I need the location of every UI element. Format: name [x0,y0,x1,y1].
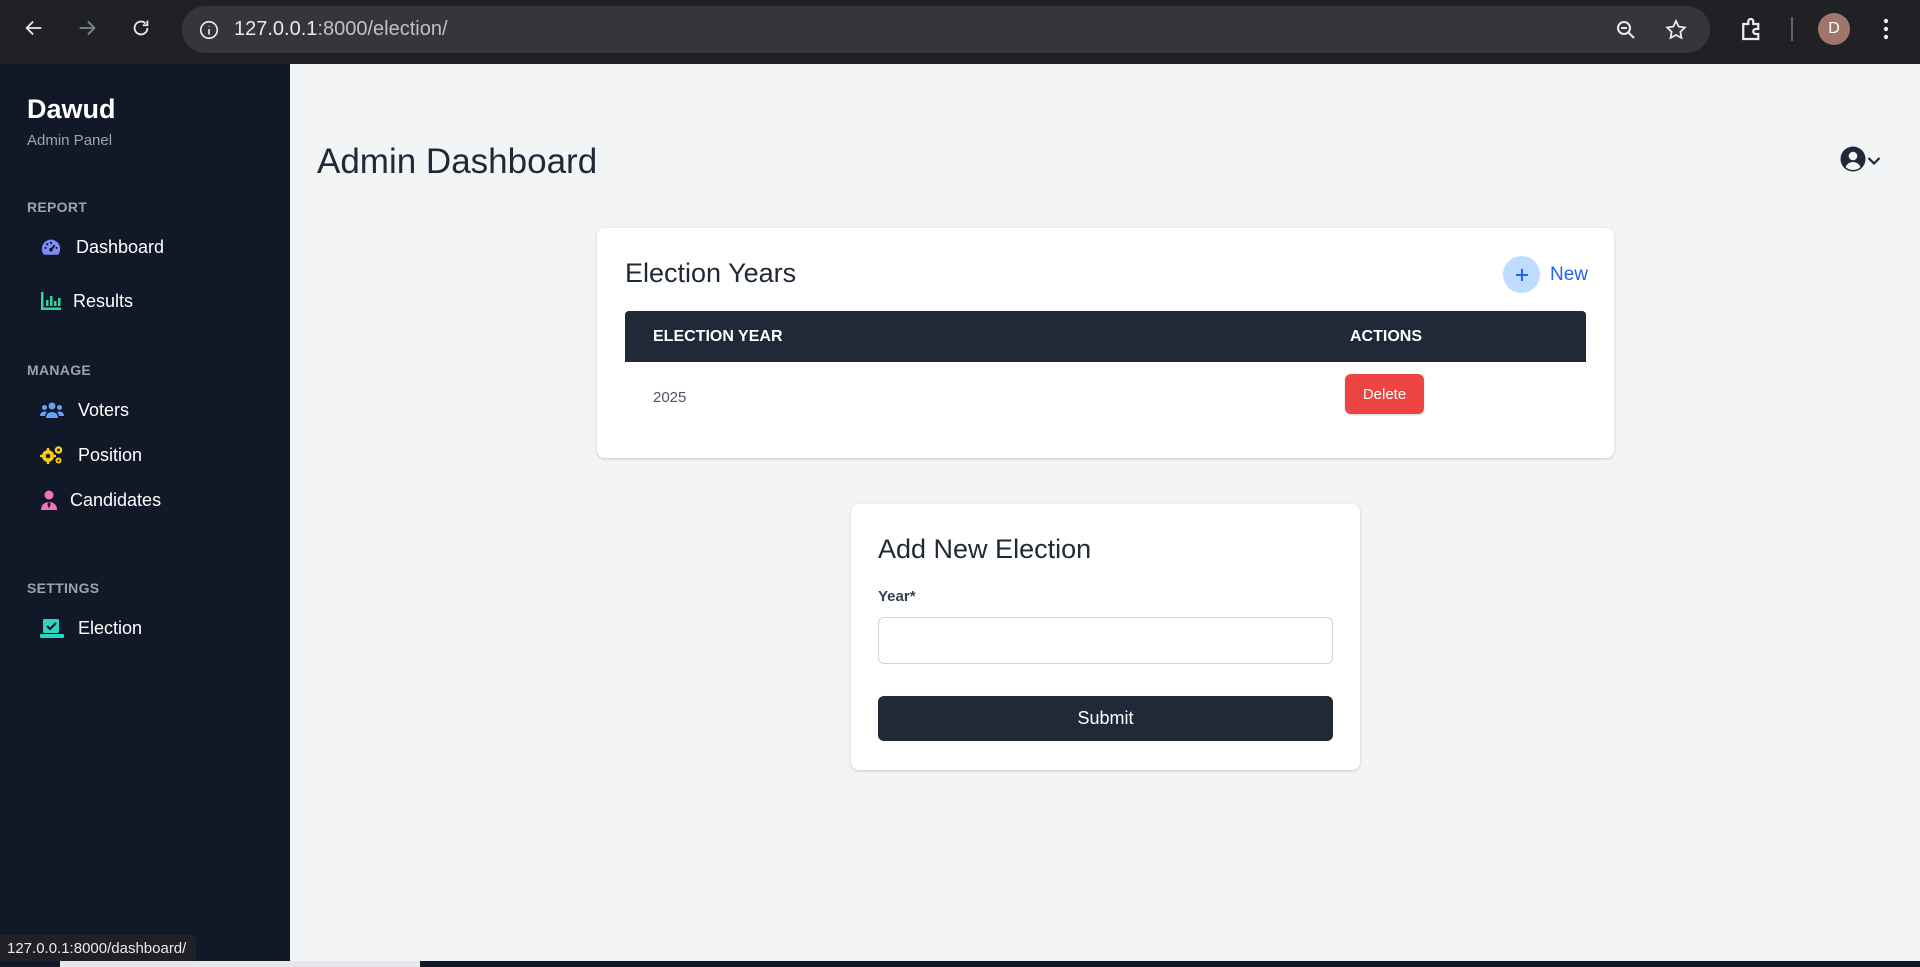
gauge-icon [40,236,62,258]
user-menu[interactable] [1840,146,1881,177]
sidebar-item-label: Election [78,617,143,638]
column-header-election-year: ELECTION YEAR [653,328,783,345]
add-election-card: Add New Election Year* Submit [851,504,1360,770]
section-manage: MANAGE [27,362,92,378]
table-row: 2025 Delete [625,362,1586,432]
taskbar-segment [60,961,420,967]
section-report: REPORT [27,199,88,215]
vote-box-icon [40,617,64,639]
section-settings: SETTINGS [27,580,100,596]
table-header: ELECTION YEAR ACTIONS [625,311,1586,362]
kebab-menu-icon[interactable] [1873,14,1899,44]
election-years-title: Election Years [625,258,797,288]
url-text: 127.0.0.1:8000/election/ [234,18,448,40]
add-election-title: Add New Election [878,534,1092,564]
gears-icon [40,444,64,466]
site-info-icon[interactable] [196,17,222,43]
forward-icon[interactable] [67,12,107,44]
sidebar: Dawud Admin Panel REPORT Dashboard Resul… [0,64,290,967]
status-bar-url: 127.0.0.1:8000/dashboard/ [0,935,197,961]
delete-button[interactable]: Delete [1345,374,1424,414]
users-icon [40,399,64,421]
taskbar-strip [0,961,1920,967]
plus-icon [1503,256,1540,293]
column-header-actions: ACTIONS [1350,328,1422,345]
sidebar-item-dashboard[interactable]: Dashboard [40,232,164,262]
sidebar-item-label: Position [78,444,143,465]
chevron-down-icon [1867,153,1881,171]
sidebar-item-voters[interactable]: Voters [40,395,129,425]
sidebar-item-election[interactable]: Election [40,613,142,643]
new-button-label: New [1550,263,1589,285]
address-bar[interactable]: 127.0.0.1:8000/election/ [182,6,1710,53]
back-icon[interactable] [14,12,54,44]
profile-avatar[interactable]: D [1818,13,1850,45]
extensions-icon[interactable] [1737,14,1767,44]
brand-subtitle: Admin Panel [27,132,113,149]
sidebar-item-position[interactable]: Position [40,440,142,470]
sidebar-item-results[interactable]: Results [40,286,133,316]
bookmark-star-icon[interactable] [1662,16,1690,44]
zoom-icon[interactable] [1612,16,1640,44]
submit-button[interactable]: Submit [878,696,1333,741]
sidebar-item-label: Voters [78,399,130,420]
sidebar-item-label: Results [73,290,134,311]
sidebar-item-label: Candidates [70,489,162,510]
election-year-cell: 2025 [653,389,687,406]
toolbar-divider [1791,17,1793,41]
user-circle-icon [1840,146,1866,177]
brand-name: Dawud [27,94,116,124]
user-tie-icon [40,489,58,511]
year-label: Year* [878,588,916,605]
year-input[interactable] [878,617,1333,664]
browser-toolbar: 127.0.0.1:8000/election/ D [0,0,1920,64]
bar-chart-icon [40,290,62,312]
sidebar-item-candidates[interactable]: Candidates [40,485,161,515]
sidebar-item-label: Dashboard [76,236,165,257]
election-years-card: Election Years New ELECTION YEAR ACTIONS… [597,228,1614,458]
new-election-button[interactable]: New [1503,256,1588,293]
reload-icon[interactable] [121,12,161,44]
page-title: Admin Dashboard [317,142,598,181]
